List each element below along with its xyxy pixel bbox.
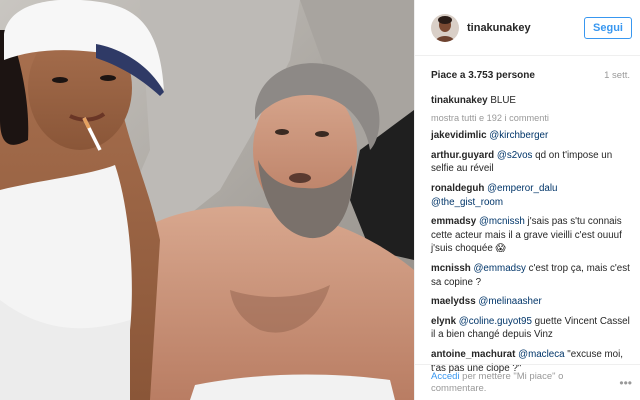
post-time[interactable]: 1 sett. — [604, 70, 630, 81]
likes-count[interactable]: Piace a 3.753 persone — [431, 70, 535, 81]
comment-mention[interactable]: @coline.guyot95 — [459, 316, 532, 327]
comment-item: ronaldeguh @emperor_dalu @the_gist_room — [431, 182, 630, 209]
comment-user[interactable]: elynk — [431, 316, 456, 327]
comment-item: elynk @coline.guyot95 guette Vincent Cas… — [431, 315, 630, 342]
comment-item: mcnissh @emmadsy c'est trop ça, mais c'e… — [431, 262, 630, 289]
comment-mention[interactable]: @emmadsy — [473, 263, 525, 274]
comment-user[interactable]: jakevidimlic — [431, 130, 487, 141]
comment-user[interactable]: ronaldeguh — [431, 183, 484, 194]
comment-mention[interactable]: @mcnissh — [479, 216, 525, 227]
comment-mention[interactable]: @kirchberger — [489, 130, 548, 141]
comment-mention[interactable]: @s2vos — [497, 150, 533, 161]
comment-item: arthur.guyard @s2vos qd on t'impose un s… — [431, 149, 630, 176]
caption-user[interactable]: tinakunakey — [431, 95, 488, 106]
login-prompt: Accedi per mettere "Mi piace" o commenta… — [415, 364, 640, 400]
post-sidebar: tinakunakey Segui Piace a 3.753 persone … — [414, 0, 640, 400]
username[interactable]: tinakunakey — [467, 22, 584, 34]
comment-mention[interactable]: @macleca — [518, 349, 564, 360]
comment-item: emmadsy @mcnissh j'sais pas s'tu connais… — [431, 215, 630, 256]
avatar-image — [431, 13, 459, 42]
comment-user[interactable]: mcnissh — [431, 263, 471, 274]
comment-user[interactable]: emmadsy — [431, 216, 476, 227]
instagram-post: tinakunakey Segui Piace a 3.753 persone … — [0, 0, 640, 400]
comment-user[interactable]: antoine_machurat — [431, 349, 515, 360]
post-header: tinakunakey Segui — [415, 0, 640, 56]
follow-button[interactable]: Segui — [584, 16, 632, 39]
comment-user[interactable]: maelydss — [431, 296, 476, 307]
post-stats: Piace a 3.753 persone 1 sett. — [415, 56, 640, 94]
login-link[interactable]: Accedi — [431, 371, 460, 382]
comment-user[interactable]: arthur.guyard — [431, 150, 494, 161]
comments-list: tinakunakey BLUE mostra tutti e 192 i co… — [415, 94, 640, 375]
comment-item: maelydss @melinaasher — [431, 295, 630, 309]
ellipsis-icon[interactable]: ••• — [619, 377, 632, 389]
comment-item: jakevidimlic @kirchberger — [431, 129, 630, 143]
post-photo[interactable] — [0, 0, 414, 400]
caption: tinakunakey BLUE — [431, 94, 630, 108]
comment-mention[interactable]: @melinaasher — [478, 296, 541, 307]
selfie-image — [0, 0, 414, 400]
more-comments-link[interactable]: mostra tutti e 192 i commenti — [431, 112, 630, 126]
avatar[interactable] — [431, 13, 459, 42]
caption-text: BLUE — [490, 95, 516, 106]
